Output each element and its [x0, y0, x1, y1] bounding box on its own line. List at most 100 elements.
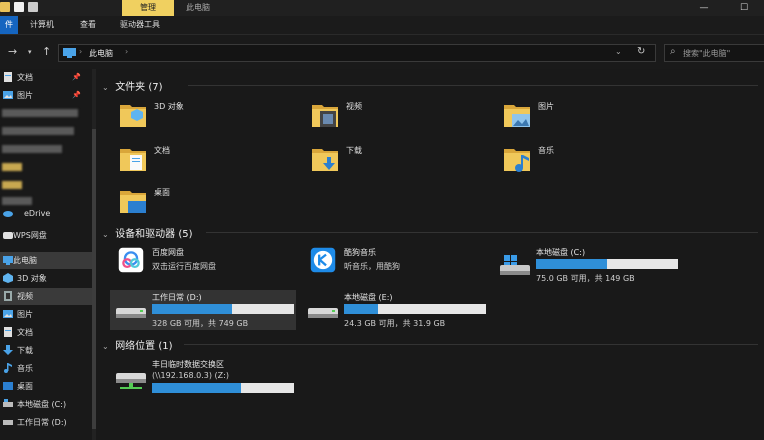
title-bar: 管理 此电脑 — ☐ — [0, 0, 764, 16]
drive-icon — [3, 420, 13, 425]
forward-button[interactable]: → — [8, 45, 17, 58]
drive-icon — [116, 308, 146, 318]
folder-item[interactable]: 桌面 — [118, 185, 298, 225]
tab-drive-tools[interactable]: 驱动器工具 — [120, 16, 160, 34]
network-drive-icon — [116, 373, 146, 389]
divider — [206, 232, 758, 233]
blurred-item — [2, 181, 22, 189]
collapse-chevron-icon[interactable]: ⌄ — [102, 230, 112, 239]
path-separator: › — [125, 47, 129, 56]
blurred-item — [2, 163, 22, 171]
folder-item[interactable]: 3D 对象 — [118, 99, 298, 139]
minimize-button[interactable]: — — [684, 0, 724, 16]
drive-usage-fill — [152, 304, 232, 314]
drive-usage-fill — [152, 383, 242, 393]
onedrive-icon — [3, 211, 13, 217]
pin-icon[interactable]: 📌 — [72, 87, 81, 104]
music-folder-icon — [504, 149, 530, 172]
search-input[interactable]: ⌕ 搜索"此电脑" — [664, 44, 764, 62]
section-header-devices[interactable]: ⌄ 设备和驱动器 (5) — [102, 225, 193, 240]
sidebar-item-this-pc[interactable]: 此电脑 — [0, 252, 92, 269]
section-title: 设备和驱动器 (5) — [115, 229, 193, 240]
blurred-item — [2, 127, 74, 135]
drive-icon — [308, 308, 338, 318]
sidebar-item-pictures-pinned[interactable]: 图片 📌 — [0, 87, 92, 104]
sidebar-item-drive-c[interactable]: 本地磁盘 (C:) — [0, 396, 92, 413]
3d-objects-icon — [3, 273, 13, 283]
network-item-z[interactable]: 丰日临时数据交换区 (\\192.168.0.3) (Z:) — [110, 357, 296, 397]
divider — [184, 344, 758, 345]
document-icon — [4, 327, 12, 337]
desktop-icon — [3, 382, 13, 390]
blurred-item — [2, 197, 32, 205]
pictures-folder-icon — [504, 105, 530, 127]
document-icon — [4, 72, 12, 82]
this-pc-icon — [3, 256, 13, 265]
collapse-chevron-icon[interactable]: ⌄ — [102, 83, 112, 92]
properties-icon[interactable] — [14, 2, 24, 12]
folder-item[interactable]: 音乐 — [502, 143, 682, 183]
folder-item[interactable]: 视频 — [310, 99, 490, 139]
ribbon-tabs: 件 计算机 查看 驱动器工具 — [0, 16, 764, 35]
up-button[interactable]: ↑ — [42, 45, 51, 58]
device-item-drive-e[interactable]: 本地磁盘 (E:) 24.3 GB 可用，共 31.9 GB — [302, 290, 488, 330]
blurred-item — [2, 145, 62, 153]
sidebar-item-desktop[interactable]: 桌面 — [0, 378, 92, 395]
this-pc-icon — [63, 48, 76, 58]
section-header-network[interactable]: ⌄ 网络位置 (1) — [102, 337, 173, 352]
videos-folder-icon — [312, 105, 338, 127]
sidebar-item-drive-d[interactable]: 工作日常 (D:) — [0, 414, 92, 431]
tab-file[interactable]: 件 — [0, 16, 18, 34]
device-item-baidu[interactable]: 百度网盘 双击运行百度网盘 — [110, 245, 296, 285]
sidebar-item-documents-pinned[interactable]: 文档 📌 — [0, 69, 92, 86]
pictures-icon — [3, 310, 13, 318]
pin-icon[interactable]: 📌 — [72, 69, 81, 86]
sidebar-item-wps[interactable]: WPS网盘 — [0, 227, 92, 244]
sidebar-item-3d-objects[interactable]: 3D 对象 — [0, 270, 92, 287]
section-title: 网络位置 (1) — [115, 341, 173, 352]
device-item-kugou[interactable]: 酷狗音乐 听音乐，用酷狗 — [302, 245, 488, 285]
divider — [188, 85, 758, 86]
drive-usage-bar — [152, 304, 294, 314]
folder-item[interactable]: 图片 — [502, 99, 682, 139]
drive-icon — [3, 399, 13, 407]
baidu-netdisk-icon — [118, 247, 144, 273]
quick-access-toolbar — [0, 2, 38, 12]
new-folder-icon[interactable] — [28, 2, 38, 12]
kugou-music-icon — [310, 247, 336, 273]
device-item-drive-c[interactable]: 本地磁盘 (C:) 75.0 GB 可用，共 149 GB — [494, 245, 680, 285]
wps-cloud-icon — [3, 232, 13, 239]
path-segment[interactable]: 此电脑 — [89, 48, 113, 59]
sidebar-item-music[interactable]: 音乐 — [0, 360, 92, 377]
folder-icon[interactable] — [0, 2, 10, 12]
desktop-folder-icon — [120, 191, 146, 213]
path-separator: › — [79, 47, 83, 56]
recent-locations-button[interactable]: ▾ — [28, 48, 32, 56]
collapse-chevron-icon[interactable]: ⌄ — [102, 342, 112, 351]
section-header-folders[interactable]: ⌄ 文件夹 (7) — [102, 78, 163, 93]
music-icon — [4, 363, 12, 373]
folder-item[interactable]: 文档 — [118, 143, 298, 183]
pictures-icon — [3, 91, 13, 99]
address-bar-row: → ▾ ↑ › 此电脑 › ⌄ ↻ ⌕ 搜索"此电脑" — [0, 35, 764, 69]
manage-tab[interactable]: 管理 — [122, 0, 174, 16]
folder-item[interactable]: 下载 — [310, 143, 490, 183]
main-content: ⌄ 文件夹 (7) 3D 对象 视频 图片 文档 下载 音乐 桌面 ⌄ 设备和驱… — [96, 69, 764, 440]
drive-usage-bar — [536, 259, 678, 269]
sidebar-item-pictures[interactable]: 图片 — [0, 306, 92, 323]
tab-computer[interactable]: 计算机 — [30, 16, 54, 34]
maximize-button[interactable]: ☐ — [724, 0, 764, 16]
drive-usage-bar — [152, 383, 294, 393]
window-title: 此电脑 — [186, 3, 210, 12]
device-item-drive-d[interactable]: 工作日常 (D:) 328 GB 可用，共 749 GB — [110, 290, 296, 330]
sidebar-item-downloads[interactable]: 下载 — [0, 342, 92, 359]
tab-view[interactable]: 查看 — [80, 16, 96, 34]
sidebar-item-onedrive[interactable]: eDrive — [0, 205, 92, 222]
sidebar-item-documents[interactable]: 文档 — [0, 324, 92, 341]
drive-usage-fill — [344, 304, 379, 314]
address-input[interactable]: › 此电脑 › ⌄ ↻ — [58, 44, 656, 62]
sidebar-item-videos[interactable]: 视频 — [0, 288, 92, 305]
refresh-icon[interactable]: ↻ — [637, 46, 645, 57]
dropdown-chevron-icon[interactable]: ⌄ — [615, 47, 622, 56]
drive-usage-bar — [344, 304, 486, 314]
